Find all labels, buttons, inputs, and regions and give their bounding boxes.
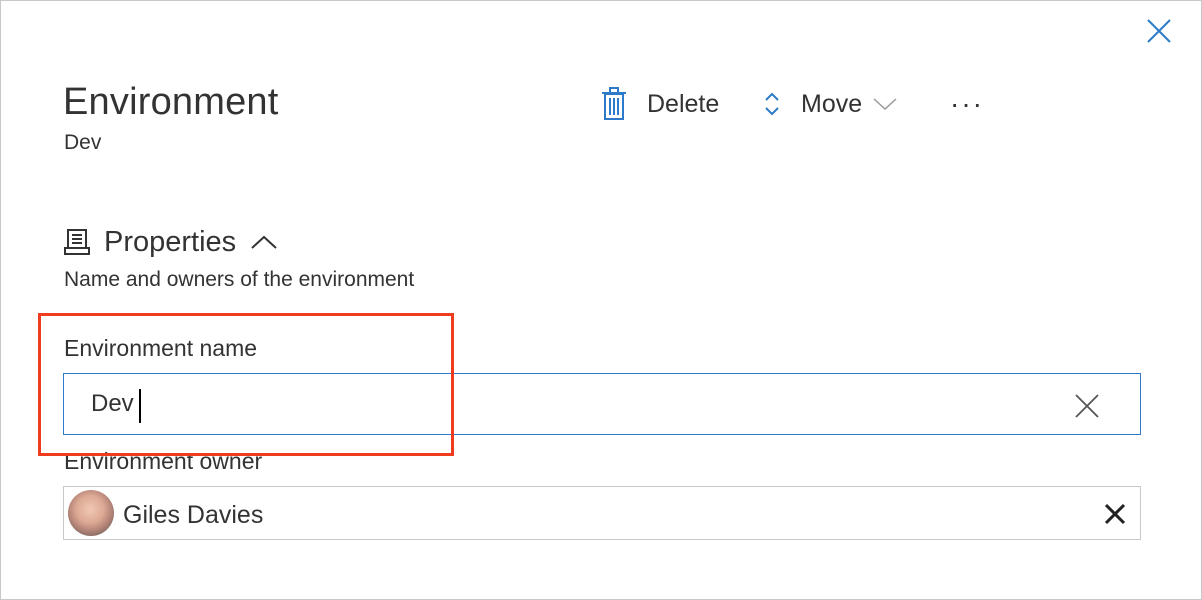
avatar (68, 490, 114, 536)
text-caret (139, 389, 141, 423)
delete-button[interactable]: Delete (600, 84, 719, 124)
properties-heading: Properties (104, 225, 237, 258)
chevron-up-icon (251, 235, 277, 249)
page-title: Environment (63, 81, 279, 123)
environment-name-input[interactable] (91, 374, 1051, 434)
trash-icon (602, 87, 626, 120)
ellipsis-icon: ··· (950, 88, 984, 119)
page-subtitle: Dev (64, 131, 102, 154)
environment-owner-label: Environment owner (64, 448, 263, 474)
owner-name: Giles Davies (123, 501, 264, 529)
chevron-down-icon (873, 98, 897, 111)
remove-icon (1104, 503, 1126, 525)
clear-name-button[interactable] (1075, 394, 1099, 418)
delete-label: Delete (647, 89, 720, 118)
environment-name-label: Environment name (64, 335, 258, 361)
move-button[interactable]: Move (763, 84, 898, 124)
remove-owner-button[interactable] (1104, 503, 1126, 525)
close-icon (1147, 19, 1171, 43)
clear-icon (1075, 394, 1099, 418)
properties-icon (64, 229, 90, 255)
close-button[interactable] (1145, 17, 1173, 45)
more-actions-button[interactable]: ··· (950, 84, 984, 124)
updown-chevron-icon (765, 92, 779, 116)
move-label: Move (801, 89, 863, 118)
properties-description: Name and owners of the environment (64, 268, 415, 291)
environment-name-field[interactable] (63, 373, 1141, 435)
properties-section-toggle[interactable]: Properties (64, 222, 278, 262)
